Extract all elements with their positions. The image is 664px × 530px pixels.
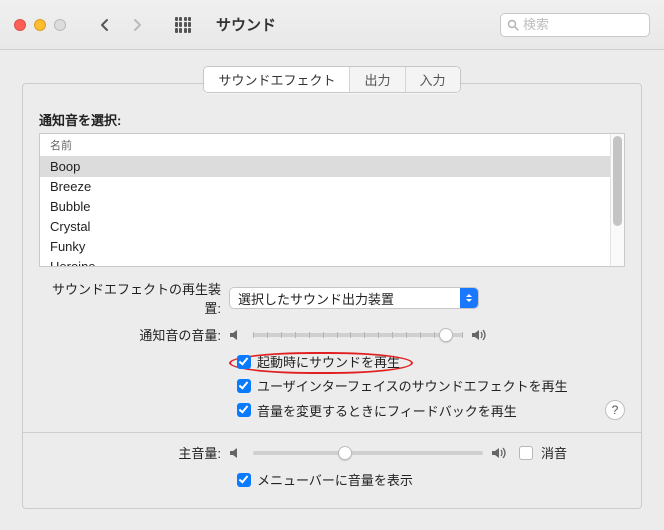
alert-sound-column-header[interactable]: 名前 [40, 134, 610, 157]
checkbox-group: 起動時にサウンドを再生 ユーザインターフェイスのサウンドエフェクトを再生 音量を… [237, 352, 625, 420]
alert-sound-list: 名前 Boop Breeze Bubble Crystal Funky Hero… [39, 133, 625, 267]
alert-sound-label: 通知音を選択: [39, 110, 625, 129]
play-through-label: サウンドエフェクトの再生装置: [39, 279, 229, 317]
speaker-low-icon [229, 446, 245, 460]
slider-knob[interactable] [439, 328, 453, 342]
list-item[interactable]: Crystal [40, 217, 610, 237]
tab-segmented-control: サウンドエフェクト 出力 入力 [203, 66, 460, 93]
list-item[interactable]: Bubble [40, 197, 610, 217]
tab-input[interactable]: 入力 [406, 67, 460, 92]
list-item[interactable]: Breeze [40, 177, 610, 197]
ui-effects-checkbox-row: ユーザインターフェイスのサウンドエフェクトを再生 [237, 376, 625, 395]
sound-effects-pane: 通知音を選択: 名前 Boop Breeze Bubble Crystal Fu… [22, 83, 642, 509]
tab-output[interactable]: 出力 [350, 67, 405, 92]
minimize-window-button[interactable] [34, 19, 46, 31]
list-item[interactable]: Boop [40, 157, 610, 177]
search-field[interactable] [500, 13, 650, 37]
alert-volume-slider[interactable] [253, 326, 463, 344]
mute-label: 消音 [541, 443, 567, 462]
speaker-high-icon [491, 446, 511, 460]
select-arrows-icon [460, 288, 478, 308]
list-item[interactable]: Heroine [40, 257, 610, 266]
ui-effects-checkbox[interactable] [237, 379, 251, 393]
menubar-row: メニューバーに音量を表示 [237, 470, 625, 489]
startup-sound-checkbox[interactable] [237, 355, 251, 369]
toolbar: サウンド [0, 0, 664, 50]
mute-checkbox[interactable] [519, 446, 533, 460]
show-all-button[interactable] [172, 14, 194, 36]
slider-knob[interactable] [338, 446, 352, 460]
play-through-value: 選択したサウンド出力装置 [238, 289, 460, 308]
output-volume-label: 主音量: [39, 443, 229, 462]
zoom-window-button[interactable] [54, 19, 66, 31]
show-volume-in-menubar-label: メニューバーに音量を表示 [257, 470, 413, 489]
divider [23, 432, 641, 433]
startup-sound-label: 起動時にサウンドを再生 [257, 352, 400, 371]
back-button[interactable] [94, 14, 116, 36]
close-window-button[interactable] [14, 19, 26, 31]
speaker-low-icon [229, 328, 245, 342]
play-through-select[interactable]: 選択したサウンド出力装置 [229, 287, 479, 309]
output-volume-slider[interactable] [253, 444, 483, 462]
play-through-row: サウンドエフェクトの再生装置: 選択したサウンド出力装置 [39, 279, 625, 317]
ui-effects-label: ユーザインターフェイスのサウンドエフェクトを再生 [257, 376, 568, 395]
tabs: サウンドエフェクト 出力 入力 [0, 50, 664, 101]
search-input[interactable] [523, 17, 643, 32]
list-item[interactable]: Funky [40, 237, 610, 257]
grid-icon [175, 17, 191, 33]
window-title: サウンド [216, 14, 276, 35]
feedback-checkbox[interactable] [237, 403, 251, 417]
tab-sound-effects[interactable]: サウンドエフェクト [204, 67, 350, 92]
search-icon [507, 19, 519, 31]
help-button[interactable]: ? [605, 400, 625, 420]
startup-sound-checkbox-row: 起動時にサウンドを再生 [237, 352, 625, 371]
chevron-left-icon [99, 18, 111, 32]
show-volume-in-menubar-checkbox[interactable] [237, 473, 251, 487]
window-controls [14, 19, 66, 31]
forward-button[interactable] [126, 14, 148, 36]
scrollbar[interactable] [610, 134, 624, 266]
output-volume-row: 主音量: 消音 [39, 443, 625, 462]
alert-volume-label: 通知音の音量: [39, 325, 229, 344]
alert-volume-row: 通知音の音量: [39, 325, 625, 344]
chevron-right-icon [131, 18, 143, 32]
speaker-high-icon [471, 328, 491, 342]
alert-sound-rows: Boop Breeze Bubble Crystal Funky Heroine [40, 157, 610, 266]
feedback-checkbox-row: 音量を変更するときにフィードバックを再生 ? [237, 400, 625, 420]
scrollbar-thumb[interactable] [613, 136, 622, 226]
feedback-label: 音量を変更するときにフィードバックを再生 [257, 401, 517, 420]
